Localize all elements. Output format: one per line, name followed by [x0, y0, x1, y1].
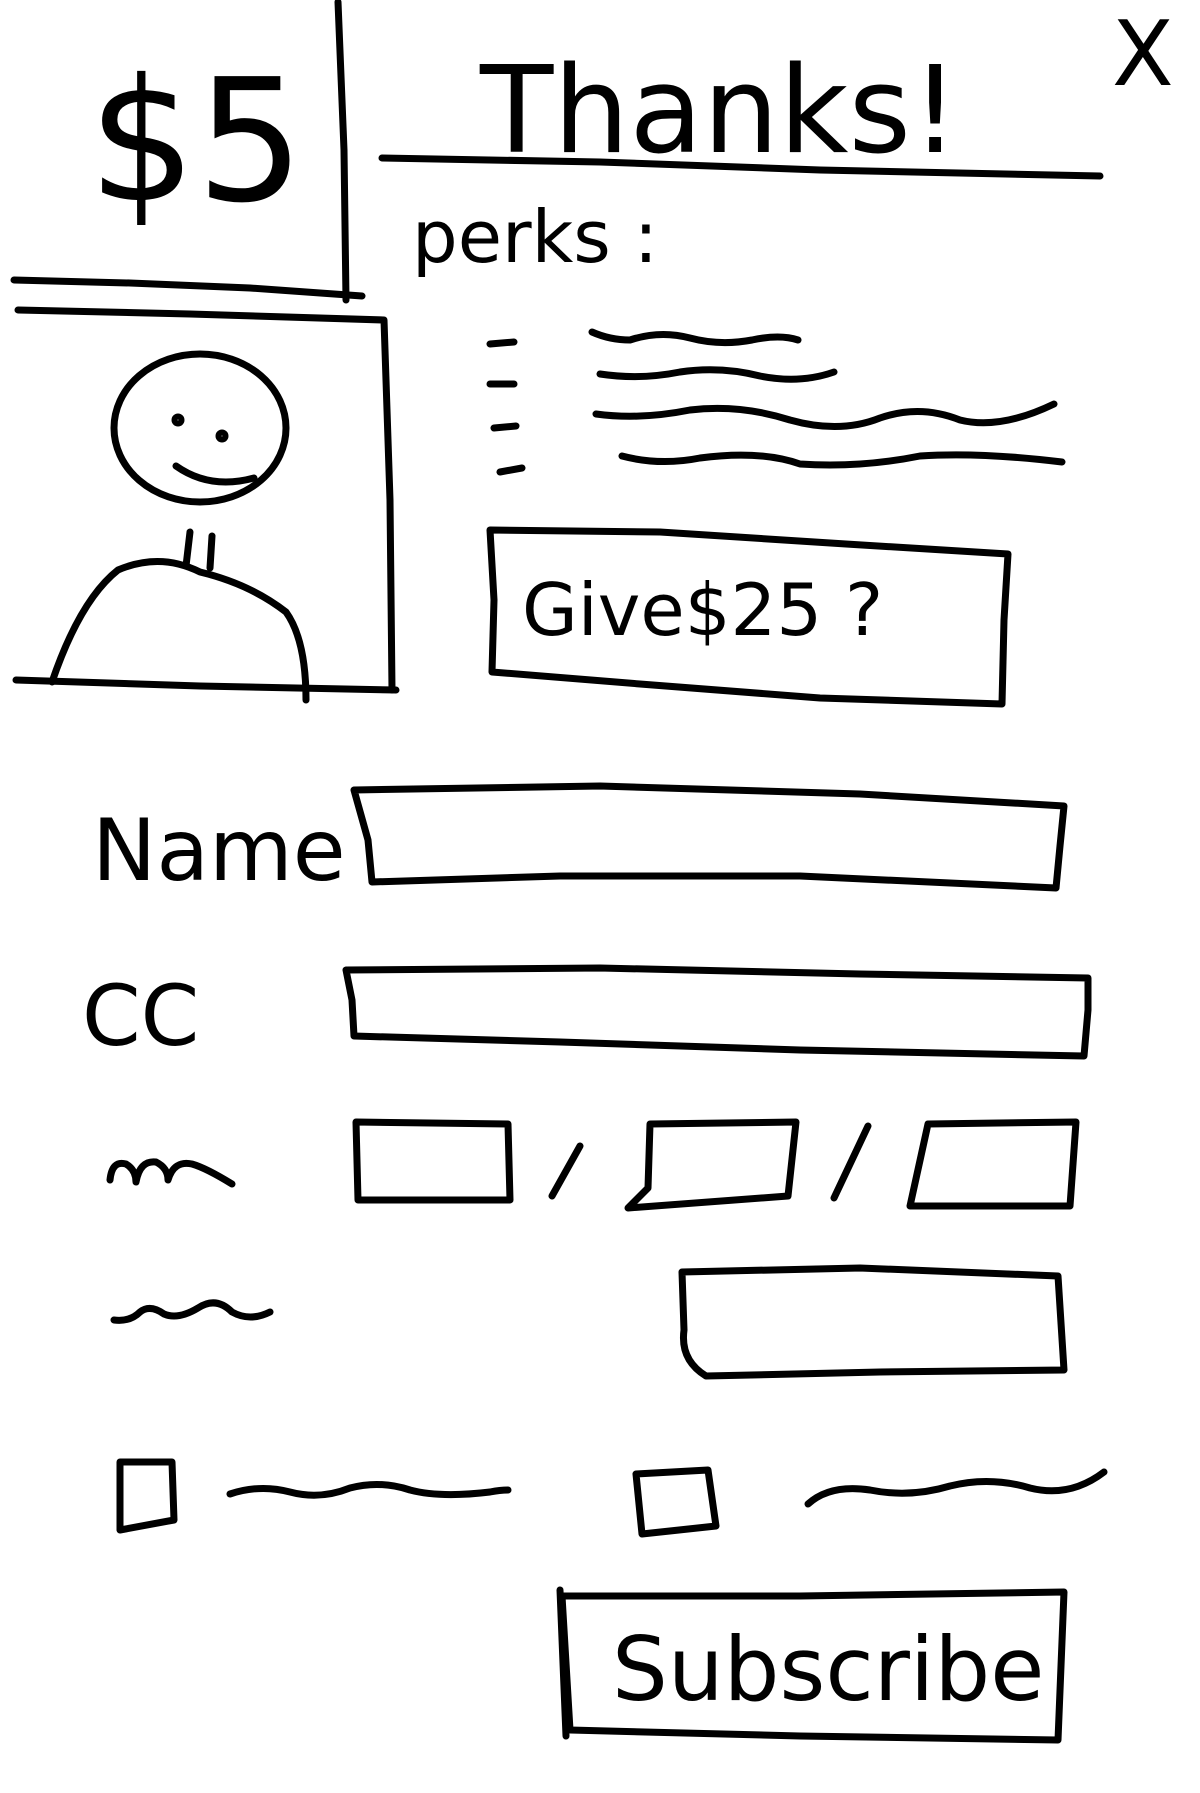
perk-text-scribble [588, 328, 802, 347]
date-separator-2 [830, 1122, 872, 1202]
name-input[interactable] [350, 782, 1068, 892]
perk-item [490, 400, 1058, 432]
perk-text-scribble [592, 400, 1058, 430]
perk-text-scribble [618, 451, 1066, 469]
perk-bullet [490, 422, 520, 432]
price-amount: $5 [88, 43, 304, 241]
secondary-label-scribble [110, 1299, 274, 1324]
options-row [116, 1458, 1108, 1538]
perk-item [486, 328, 802, 348]
avatar [48, 350, 310, 704]
secondary-input[interactable] [678, 1264, 1068, 1380]
cc-label: CC [82, 967, 199, 1065]
date-day-input[interactable] [624, 1118, 800, 1212]
avatar-eye-right [215, 429, 229, 443]
avatar-eye-left [171, 413, 185, 427]
cc-input[interactable] [342, 964, 1092, 1060]
title-area: Thanks! [378, 42, 1104, 181]
option-1-label-scribble [226, 1481, 512, 1499]
option-2-label-scribble [804, 1468, 1108, 1508]
option-2[interactable] [632, 1466, 1108, 1538]
subscribe-label: Subscribe [612, 1618, 1044, 1721]
date-row [106, 1118, 1080, 1212]
perk-text-scribble [596, 366, 838, 383]
name-label: Name [92, 801, 346, 901]
price-panel: $5 [10, 0, 366, 304]
date-year-input[interactable] [906, 1118, 1080, 1210]
avatar-neck [182, 528, 216, 572]
perk-item [496, 451, 1066, 476]
perk-item [486, 366, 838, 388]
perk-bullet [496, 464, 526, 476]
option-1-checkbox[interactable] [116, 1458, 178, 1534]
option-1[interactable] [116, 1458, 512, 1534]
cc-row: CC [82, 964, 1092, 1065]
close-icon[interactable]: X [1112, 2, 1174, 107]
perks-section: perks : [412, 195, 1066, 476]
give-25-button[interactable]: Give$25 ? [486, 526, 1012, 708]
date-separator-1 [548, 1142, 584, 1200]
date-month-input[interactable] [352, 1118, 514, 1204]
avatar-panel [12, 306, 400, 704]
close-button[interactable]: X [1112, 2, 1174, 107]
perk-bullet [486, 338, 518, 348]
wireframe-sketch: $5 Thanks! X perks : Give$25 ? Name CC S… [10, 0, 1174, 1744]
subscribe-button[interactable]: Subscribe [556, 1586, 1068, 1744]
avatar-mouth [172, 462, 258, 486]
name-row: Name [92, 782, 1068, 901]
secondary-row [110, 1264, 1068, 1380]
give-25-label: Give$25 ? [522, 568, 883, 652]
option-2-checkbox[interactable] [632, 1466, 720, 1538]
date-label-scribble [106, 1158, 236, 1188]
perks-label: perks : [412, 195, 658, 279]
